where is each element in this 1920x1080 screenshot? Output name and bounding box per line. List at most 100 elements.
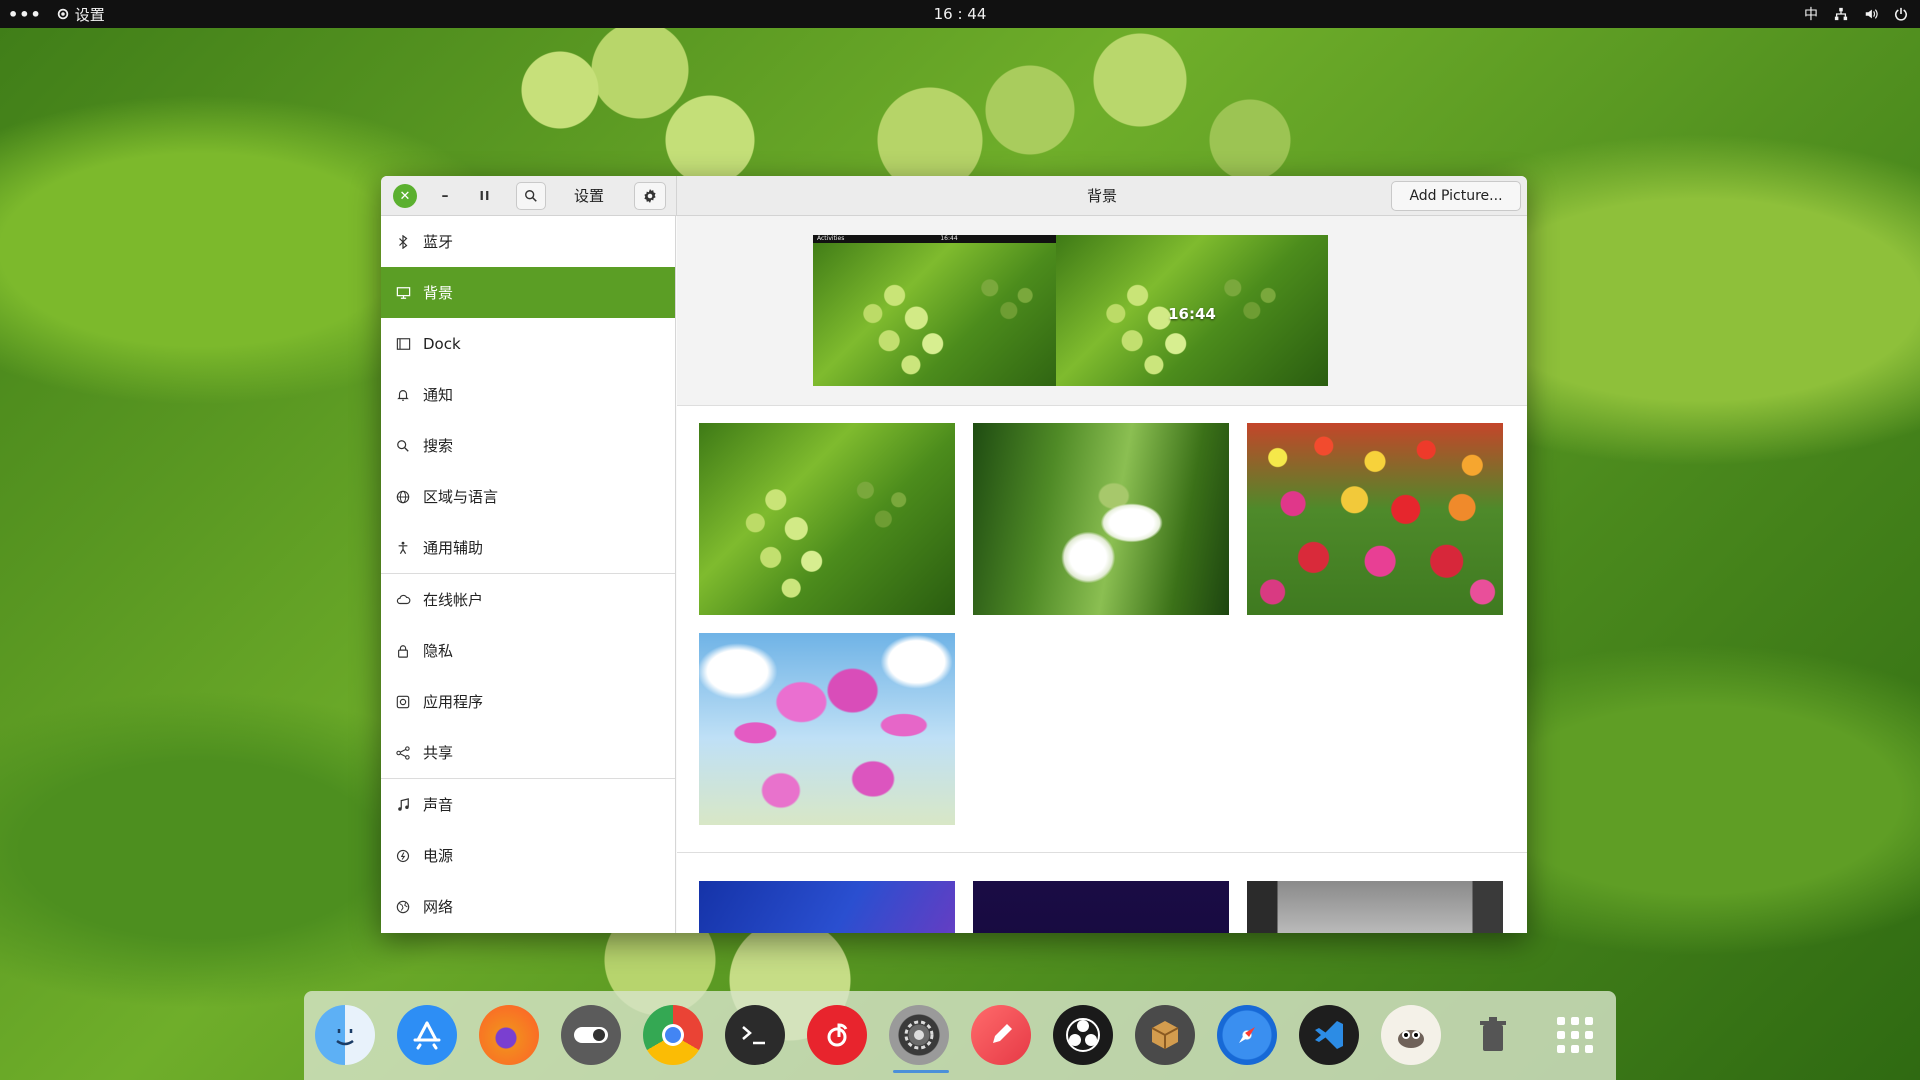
bell-icon — [395, 387, 411, 403]
sidebar-item-label: 通知 — [423, 386, 454, 404]
top-panel: ••• 设置 16 : 44 中 — [0, 0, 1920, 28]
finder-icon[interactable] — [315, 1005, 375, 1065]
pause-icon: II — [479, 189, 491, 203]
input-method-indicator[interactable]: 中 — [1804, 4, 1818, 24]
sidebar-item-label: 应用程序 — [423, 693, 484, 711]
lock-icon — [395, 643, 411, 659]
preview-top-bar: Activities 16:44 — [813, 235, 1085, 243]
gear-icon — [57, 8, 68, 20]
power-icon[interactable] — [1894, 7, 1908, 21]
lock-screen-time: 16:44 — [1168, 305, 1216, 323]
sidebar-title: 设置 — [574, 187, 605, 205]
app-menu[interactable]: 设置 — [56, 4, 105, 25]
wallpaper-black-white-building[interactable] — [1247, 881, 1503, 933]
terminal-icon[interactable] — [725, 1005, 785, 1065]
sidebar-item-label: 蓝牙 — [423, 233, 454, 251]
background-content: Activities 16:44 16:44 — [677, 216, 1527, 933]
sidebar-item-accessibility[interactable]: 通用辅助 — [381, 522, 675, 573]
vscode-icon[interactable] — [1299, 1005, 1359, 1065]
menu-button[interactable] — [634, 182, 666, 210]
sidebar-item-label: 搜索 — [423, 437, 454, 455]
preview-clock: 16:44 — [940, 235, 958, 242]
headerbar: ✕ – II 设置 背景 Add Picture... — [381, 176, 1527, 216]
wallpaper-tulips-field[interactable] — [1247, 423, 1503, 615]
sidebar-item-label: 隐私 — [423, 642, 454, 660]
dock — [304, 991, 1616, 1080]
desktop-preview: Activities 16:44 — [813, 235, 1085, 386]
wallpaper-grid — [677, 406, 1527, 853]
pencil-editor-icon[interactable] — [971, 1005, 1031, 1065]
settings-sidebar: 蓝牙 背景 Dock 通知 搜索 区域与语言 通用辅助 在线帐户 隐私 应用程序… — [381, 216, 676, 933]
accessibility-icon — [395, 540, 411, 556]
maximize-button[interactable]: II — [473, 184, 497, 208]
sidebar-item-label: 在线帐户 — [423, 591, 484, 609]
package-manager-icon[interactable] — [1135, 1005, 1195, 1065]
close-button[interactable]: ✕ — [393, 184, 417, 208]
search-icon — [395, 438, 411, 454]
app-grid-icon[interactable] — [1545, 1005, 1605, 1065]
gimp-icon[interactable] — [1381, 1005, 1441, 1065]
minimize-button[interactable]: – — [433, 184, 457, 208]
clock[interactable]: 16 : 44 — [934, 5, 987, 23]
network-icon — [395, 899, 411, 915]
chrome-icon[interactable] — [643, 1005, 703, 1065]
sidebar-item-region-language[interactable]: 区域与语言 — [381, 471, 675, 522]
activities-button[interactable]: ••• — [8, 5, 42, 24]
sidebar-item-label: 背景 — [423, 284, 454, 302]
add-picture-button[interactable]: Add Picture... — [1391, 181, 1521, 211]
bluetooth-icon — [395, 234, 411, 250]
toggle-tweaks-icon[interactable] — [561, 1005, 621, 1065]
search-button[interactable] — [516, 182, 546, 210]
globe-icon — [395, 489, 411, 505]
power-icon — [395, 848, 411, 864]
network-icon[interactable] — [1834, 7, 1848, 21]
app-store-icon[interactable] — [397, 1005, 457, 1065]
obs-icon[interactable] — [1053, 1005, 1113, 1065]
wallpaper-pink-tulips[interactable] — [699, 633, 955, 825]
volume-icon[interactable] — [1864, 7, 1878, 21]
close-icon: ✕ — [399, 188, 411, 204]
sidebar-item-sharing[interactable]: 共享 — [381, 727, 675, 778]
apps-icon — [395, 694, 411, 710]
share-icon — [395, 745, 411, 761]
sidebar-item-online-accounts[interactable]: 在线帐户 — [381, 574, 675, 625]
sidebar-item-sound[interactable]: 声音 — [381, 779, 675, 830]
netease-music-icon[interactable] — [807, 1005, 867, 1065]
sidebar-item-background[interactable]: 背景 — [381, 267, 675, 318]
sidebar-item-privacy[interactable]: 隐私 — [381, 625, 675, 676]
safari-icon[interactable] — [1217, 1005, 1277, 1065]
sidebar-item-label: 区域与语言 — [423, 488, 499, 506]
trash-icon[interactable] — [1463, 1005, 1523, 1065]
sidebar-item-notifications[interactable]: 通知 — [381, 369, 675, 420]
settings-window: ✕ – II 设置 背景 Add Picture... 蓝牙 背景 Dock 通… — [381, 176, 1527, 933]
sidebar-item-bluetooth[interactable]: 蓝牙 — [381, 216, 675, 267]
sidebar-item-label: 声音 — [423, 796, 454, 814]
dock-icon — [395, 336, 411, 352]
sidebar-item-label: 电源 — [423, 847, 454, 865]
display-icon — [395, 285, 411, 301]
sidebar-item-label: 通用辅助 — [423, 539, 484, 557]
search-icon — [525, 190, 537, 202]
minimize-icon: – — [441, 188, 449, 204]
sidebar-item-label: Dock — [423, 334, 461, 353]
music-icon — [395, 797, 411, 813]
wallpaper-grid-more — [677, 853, 1527, 933]
sidebar-item-network[interactable]: 网络 — [381, 881, 675, 932]
current-background-previews: Activities 16:44 16:44 — [677, 216, 1527, 406]
sidebar-item-label: 网络 — [423, 898, 454, 916]
wallpaper-dark-purple[interactable] — [973, 881, 1229, 933]
sidebar-item-search[interactable]: 搜索 — [381, 420, 675, 471]
wallpaper-grapes[interactable] — [699, 423, 955, 615]
gear-icon — [644, 189, 656, 203]
sidebar-item-power[interactable]: 电源 — [381, 830, 675, 881]
settings-app-icon[interactable] — [889, 1005, 949, 1065]
wallpaper-blue-abstract[interactable] — [699, 881, 955, 933]
dock-running-indicator — [893, 1070, 949, 1073]
sidebar-item-applications[interactable]: 应用程序 — [381, 676, 675, 727]
sidebar-item-label: 共享 — [423, 744, 454, 762]
wallpaper-snowdrop[interactable] — [973, 423, 1229, 615]
firefox-icon[interactable] — [479, 1005, 539, 1065]
lock-screen-preview: 16:44 — [1056, 235, 1328, 386]
app-name: 设置 — [74, 5, 105, 24]
sidebar-item-dock[interactable]: Dock — [381, 318, 675, 369]
